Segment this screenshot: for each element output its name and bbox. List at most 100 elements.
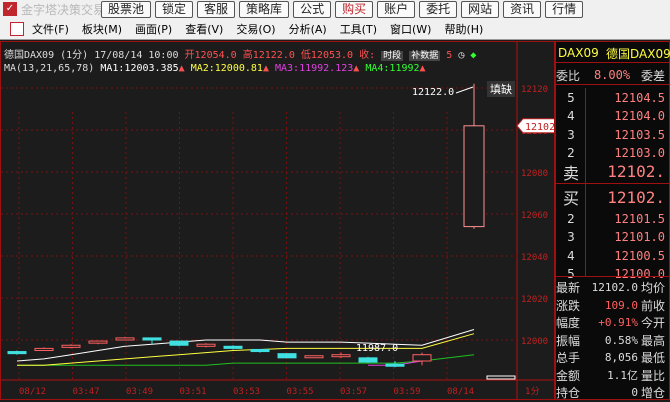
candle: [463, 125, 485, 228]
stat-label-right: 最低: [641, 351, 666, 365]
toolbar-button[interactable]: 账户: [377, 0, 416, 18]
candle: [250, 348, 270, 353]
weibi-label: 委比: [556, 68, 581, 83]
ask-row[interactable]: 4 12104.0: [556, 107, 670, 126]
menu-item[interactable]: 画面(P): [135, 21, 172, 37]
high-pointer: [455, 86, 474, 94]
fill-data-button[interactable]: 补数据: [409, 51, 441, 61]
buy-row[interactable]: 买 12102.: [556, 185, 670, 209]
stat-label-right: 前收: [641, 298, 666, 313]
menu-item[interactable]: 交易(O): [236, 21, 275, 37]
toolbar-button[interactable]: 锁定: [155, 0, 194, 18]
toolbar-button[interactable]: 委托: [419, 0, 458, 18]
level: 2: [567, 146, 575, 160]
x-tick-label: 03:49: [126, 387, 153, 397]
stat-label-right: 量比: [641, 368, 666, 383]
y-tick-label: 12080: [521, 169, 548, 179]
app-title: 金字塔决策交易系统: [21, 2, 101, 17]
ma2-value: MA2:12000.81: [190, 63, 263, 74]
candle: [304, 355, 324, 359]
y-tick-label: 12040: [521, 253, 548, 263]
menu-item[interactable]: 文件(F): [32, 21, 69, 37]
title-toolbar: ✓ 金字塔决策交易系统 股票池锁定客服策略库公式购买账户委托网站资讯行情: [0, 0, 670, 18]
trade-icon[interactable]: ◆: [470, 50, 476, 61]
ask-row[interactable]: 5 12104.5: [556, 88, 670, 107]
sell-price: 12102.: [607, 162, 665, 181]
stat-row: 最新 12102.0 均价: [556, 278, 670, 297]
stat-row: 持仓 0 增仓: [556, 383, 670, 402]
chart-menu-icon[interactable]: [10, 21, 24, 36]
kline-chart[interactable]: 1212012100120801206012040120201200008/12…: [0, 41, 555, 400]
weibi-row: 委比 8.00% 委差: [556, 66, 670, 85]
bid-row[interactable]: 3 12101.0: [556, 228, 670, 247]
price: 12101.5: [614, 211, 665, 226]
x-tick-label: 08/12: [19, 387, 46, 397]
ma4-value: MA4:11992: [365, 63, 420, 74]
stat-label-right: 均价: [641, 281, 666, 295]
close-price: 收:: [359, 50, 376, 61]
ask-row[interactable]: 3 12103.5: [556, 125, 670, 144]
y-tick-label: 12120: [521, 85, 548, 95]
x-tick-label: 03:53: [233, 387, 260, 397]
toolbar-button[interactable]: 策略库: [239, 0, 290, 18]
candle: [277, 353, 297, 359]
bid-row[interactable]: 4 12100.5: [556, 246, 670, 265]
x-tick-label: 03:55: [287, 387, 314, 397]
clock-icon[interactable]: ◷: [458, 50, 464, 61]
stat-label: 振幅: [556, 333, 581, 348]
candle: [7, 351, 27, 355]
candle: [331, 354, 351, 358]
high-price: 高12122.0: [242, 50, 295, 61]
price: 12104.0: [614, 109, 665, 123]
toolbar-button[interactable]: 客服: [197, 0, 236, 18]
scroll-thumb[interactable]: [486, 375, 516, 380]
menu-item[interactable]: 工具(T): [340, 21, 377, 37]
level: 4: [567, 248, 575, 263]
candle: [412, 354, 432, 362]
symbol-code: DAX09: [558, 46, 599, 60]
x-tick-label: 03:51: [180, 387, 207, 397]
chart-canvas: 1212012100120801206012040120201200008/12…: [1, 42, 554, 399]
toolbar-button[interactable]: 公式: [293, 0, 332, 18]
stat-row: 涨跌 109.0 前收: [556, 296, 670, 315]
menu-item[interactable]: 查看(V): [185, 21, 223, 37]
ma1-line: [16, 329, 475, 362]
price-tag-label: 12102: [525, 122, 554, 133]
bid-row[interactable]: 2 12101.5: [556, 209, 670, 228]
toolbar-button[interactable]: 股票池: [101, 0, 152, 18]
stat-value: 1.1亿: [607, 369, 638, 382]
price: 12100.5: [614, 248, 665, 263]
sell-row[interactable]: 卖 12102.: [556, 160, 670, 184]
stat-value: 12102.0: [591, 281, 638, 294]
candle: [385, 363, 405, 367]
level: 3: [567, 127, 575, 142]
candle: [196, 343, 216, 347]
period-button[interactable]: 时段: [381, 51, 404, 61]
stat-label: 金额: [556, 368, 581, 383]
stat-label: 持仓: [556, 386, 581, 400]
stat-row: 总手 8,056 最低: [556, 348, 670, 367]
candle: [115, 337, 135, 341]
menu-item[interactable]: 分析(A): [289, 21, 327, 37]
low-annotation: 11987.0: [356, 343, 398, 354]
menu-item[interactable]: 窗口(W): [390, 21, 431, 37]
symbol-name: 德国DAX09: [606, 46, 670, 61]
menu-item[interactable]: 帮助(H): [444, 21, 483, 37]
stat-row: 幅度 +0.91% 今开: [556, 313, 670, 332]
ma-params: MA(13,21,65,78): [4, 63, 95, 74]
stat-value: 0.58%: [604, 333, 638, 347]
toolbar-button[interactable]: 行情: [545, 0, 584, 18]
toolbar-button[interactable]: 购买: [335, 0, 374, 18]
toolbar-button[interactable]: 资讯: [503, 0, 542, 18]
symbol-info: 德国DAX09 (1分) 17/08/14 10:00: [4, 50, 179, 61]
gap-label: 填缺: [490, 82, 512, 96]
menu-item[interactable]: 板块(M): [82, 21, 122, 37]
stat-value: +0.91%: [598, 316, 638, 329]
toolbar-button[interactable]: 网站: [461, 0, 500, 18]
buy-label: 买: [562, 189, 579, 208]
y-tick-label: 12060: [521, 211, 548, 221]
stat-row: 金额 1.1亿 量比: [556, 366, 670, 385]
close-tail: 5: [446, 50, 453, 61]
stat-label: 最新: [556, 281, 581, 295]
menu-bar: 文件(F) 板块(M) 画面(P) 查看(V) 交易(O) 分析(A) 工具(T) 窗口(W)…: [0, 18, 670, 40]
